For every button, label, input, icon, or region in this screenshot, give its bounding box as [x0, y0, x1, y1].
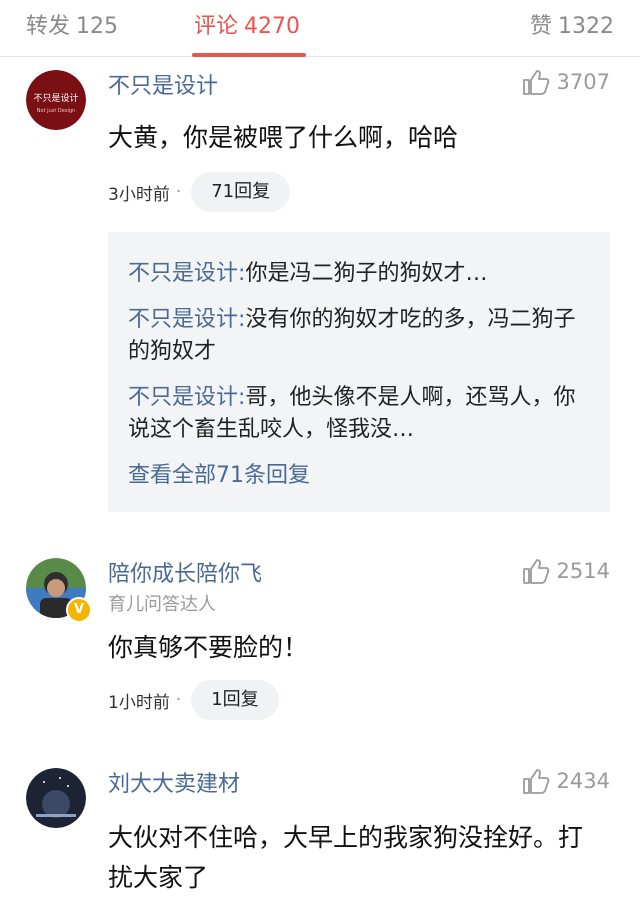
reply-author[interactable]: 不只是设计 [128, 385, 238, 410]
tab-repost-label: 转发 [26, 14, 71, 39]
meta-separator: · [175, 690, 182, 710]
reply-text: 你是冯二狗子的狗奴才… [245, 261, 488, 286]
reply-count-button[interactable]: 1回复 [191, 680, 279, 720]
reply-count-button[interactable]: 71回复 [191, 172, 291, 212]
comment-username[interactable]: 不只是设计 [108, 68, 218, 100]
like-count: 2514 [556, 559, 610, 583]
reply-preview-item[interactable]: 不只是设计:没有你的狗奴才吃的多，冯二狗子的狗奴才 [128, 304, 590, 368]
see-all-replies-link[interactable]: 查看全部71条回复 [128, 460, 590, 492]
reply-preview-box: 不只是设计:你是冯二狗子的狗奴才… 不只是设计:没有你的狗奴才吃的多，冯二狗子的… [108, 232, 610, 512]
comment-text: 大伙对不住哈，大早上的我家狗没拴好。打扰大家了 [108, 823, 584, 892]
avatar-image [26, 768, 86, 828]
tab-comment[interactable]: 评论 4270 [194, 8, 300, 40]
thumbs-up-icon [522, 70, 549, 95]
tab-repost-count: 125 [76, 14, 119, 39]
avatar-image: 不只是设计 Not Just Design [26, 70, 86, 130]
reply-preview-item[interactable]: 不只是设计:哥，他头像不是人啊，还骂人，你说这个畜生乱咬人，怪我没… [128, 382, 590, 446]
comment-username[interactable]: 陪你成长陪你飞 [108, 556, 262, 588]
active-tab-indicator [192, 53, 306, 57]
tab-comment-label: 评论 [194, 14, 239, 39]
comment-time: 3小时前 [108, 184, 170, 205]
tab-repost[interactable]: 转发 125 [26, 8, 118, 40]
comment-meta: 3小时前 · 71回复 [108, 172, 291, 212]
like-button[interactable]: 2514 [521, 556, 610, 586]
comment-text: 你真够不要脸的！ [108, 633, 309, 662]
avatar[interactable] [26, 768, 86, 828]
avatar-brand-subtext: Not Just Design [37, 108, 75, 114]
meta-separator: · [175, 182, 182, 202]
comment-meta: 1小时前 · 1回复 [108, 680, 279, 720]
tab-like[interactable]: 赞 1322 [530, 8, 614, 40]
user-title: 育儿问答达人 [108, 594, 216, 615]
comment-username[interactable]: 刘大大卖建材 [108, 766, 240, 798]
reply-author[interactable]: 不只是设计 [128, 307, 238, 332]
tab-like-count: 1322 [558, 14, 614, 39]
avatar[interactable]: 不只是设计 Not Just Design [26, 70, 86, 130]
comment-text: 大黄，你是被喂了什么啊，哈哈 [108, 123, 459, 152]
thumbs-up-icon [522, 559, 549, 584]
verified-badge-icon: V [66, 597, 92, 623]
reply-author[interactable]: 不只是设计 [128, 261, 238, 286]
like-count: 3707 [556, 70, 610, 94]
tab-comment-count: 4270 [244, 14, 301, 39]
like-button[interactable]: 2434 [521, 766, 610, 796]
thumbs-up-icon [522, 769, 549, 794]
like-button[interactable]: 3707 [521, 67, 610, 97]
avatar-brand-text: 不只是设计 [33, 92, 78, 104]
tab-like-label: 赞 [529, 14, 552, 39]
comment-time: 1小时前 [108, 692, 170, 713]
comment-tab-bar: 转发 125 评论 4270 赞 1322 [0, 0, 640, 57]
like-count: 2434 [556, 769, 610, 793]
reply-preview-item[interactable]: 不只是设计:你是冯二狗子的狗奴才… [128, 258, 590, 290]
